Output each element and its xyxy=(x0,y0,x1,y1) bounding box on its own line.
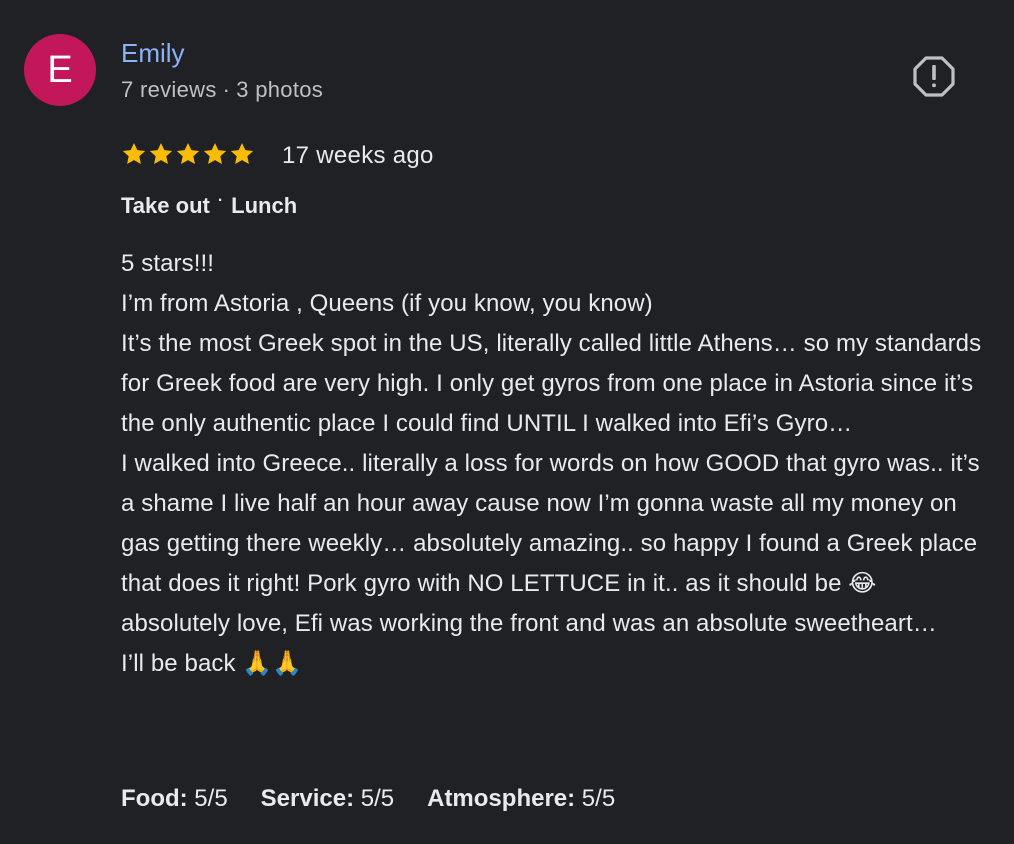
meta-separator: · xyxy=(222,77,231,102)
star-icon xyxy=(148,141,174,172)
star-rating xyxy=(121,141,255,172)
rating-row: 17 weeks ago xyxy=(121,140,434,172)
tag-meal: Lunch xyxy=(231,193,298,218)
review-paragraph: I’ll be back 🙏🙏 xyxy=(121,650,303,677)
tag-service-type: Take out xyxy=(121,193,210,218)
review-scores: Food: 5/5 Service: 5/5 Atmosphere: 5/5 xyxy=(121,785,615,813)
review-paragraph: It’s the most Greek spot in the US, lite… xyxy=(121,330,989,437)
score-label: Food: xyxy=(121,785,188,812)
avatar[interactable]: E xyxy=(24,34,96,106)
score-value: 5/5 xyxy=(575,785,616,812)
review-count: 7 reviews xyxy=(121,77,217,102)
tag-separator: · xyxy=(217,192,224,209)
report-flag-icon[interactable] xyxy=(913,55,955,97)
photo-count: 3 photos xyxy=(236,77,324,102)
score-label: Atmosphere: xyxy=(427,785,576,812)
score-item: Atmosphere: 5/5 xyxy=(427,785,615,813)
review-paragraph: I’m from Astoria , Queens (if you know, … xyxy=(121,290,653,317)
reviewer-meta: 7 reviews · 3 photos xyxy=(121,77,323,103)
star-icon xyxy=(229,141,255,172)
review-tags: Take out · Lunch xyxy=(121,192,298,219)
star-icon xyxy=(175,141,201,172)
score-item: Service: 5/5 xyxy=(261,785,394,813)
star-icon xyxy=(202,141,228,172)
reviewer-name[interactable]: Emily xyxy=(121,38,185,69)
score-item: Food: 5/5 xyxy=(121,785,228,813)
review-paragraph: 5 stars!!! xyxy=(121,250,215,277)
review-time: 17 weeks ago xyxy=(282,142,434,169)
review-paragraph: I walked into Greece.. literally a loss … xyxy=(121,450,987,637)
star-icon xyxy=(121,141,147,172)
score-value: 5/5 xyxy=(354,785,395,812)
review-text: 5 stars!!! I’m from Astoria , Queens (if … xyxy=(121,244,991,684)
score-value: 5/5 xyxy=(187,785,228,812)
score-label: Service: xyxy=(260,785,355,812)
